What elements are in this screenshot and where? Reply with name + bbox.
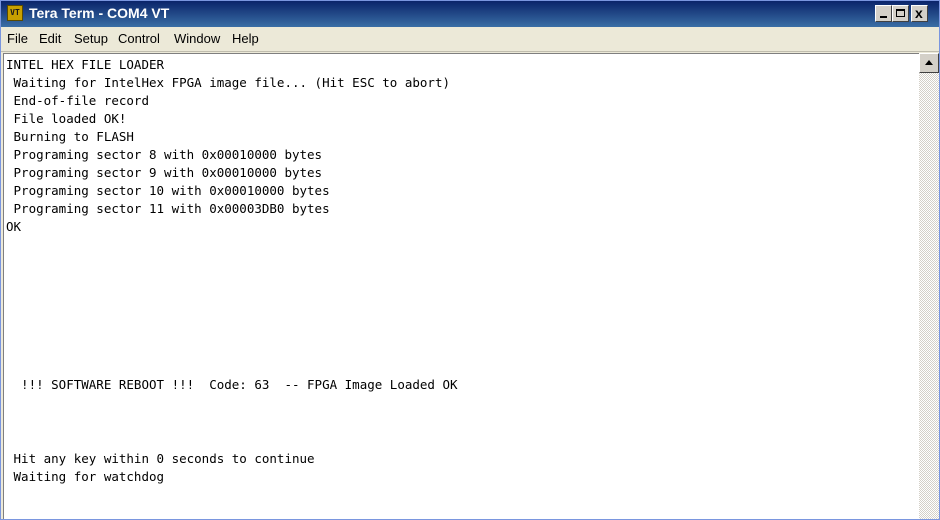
close-icon: x	[915, 5, 923, 21]
minimize-icon	[880, 16, 887, 18]
window-title: Tera Term - COM4 VT	[29, 5, 170, 21]
terminal-line: Programing sector 10 with 0x00010000 byt…	[6, 183, 330, 198]
terminal-line: INTEL HEX FILE LOADER	[6, 57, 165, 72]
menu-file[interactable]: File	[7, 31, 28, 46]
terminal-line: Waiting for watchdog	[6, 469, 165, 484]
scroll-up-arrow-icon	[925, 60, 933, 65]
terminal-line: Waiting for IntelHex FPGA image file... …	[6, 75, 451, 90]
scroll-up-button[interactable]	[919, 53, 939, 73]
menu-edit[interactable]: Edit	[39, 31, 61, 46]
vertical-scrollbar[interactable]	[919, 53, 939, 519]
terminal-line: OK	[6, 219, 22, 234]
maximize-icon	[896, 9, 905, 17]
menu-setup[interactable]: Setup	[74, 31, 108, 46]
terminal-line: Hit any key within 0 seconds to continue	[6, 451, 315, 466]
tera-term-app-icon[interactable]: VT	[7, 5, 23, 21]
terminal-line: Programing sector 11 with 0x00003DB0 byt…	[6, 201, 330, 216]
menu-bar: File Edit Setup Control Window Help	[1, 27, 939, 52]
terminal-output[interactable]: INTEL HEX FILE LOADER Waiting for IntelH…	[3, 53, 919, 519]
terminal-line: End-of-file record	[6, 93, 149, 108]
menu-control[interactable]: Control	[118, 31, 160, 46]
minimize-button[interactable]	[875, 5, 892, 22]
close-button[interactable]: x	[911, 5, 928, 22]
tera-term-window: VT Tera Term - COM4 VT x File Edit Setup…	[0, 0, 940, 520]
maximize-button[interactable]	[892, 5, 909, 22]
terminal-line: File loaded OK!	[6, 111, 127, 126]
terminal-line: Programing sector 9 with 0x00010000 byte…	[6, 165, 323, 180]
terminal-line: Burning to FLASH	[6, 129, 134, 144]
terminal-line: !!! SOFTWARE REBOOT !!! Code: 63 -- FPGA…	[6, 377, 458, 392]
terminal-line: Programing sector 8 with 0x00010000 byte…	[6, 147, 323, 162]
menu-help[interactable]: Help	[232, 31, 259, 46]
menu-window[interactable]: Window	[174, 31, 220, 46]
title-bar[interactable]: VT Tera Term - COM4 VT x	[1, 1, 939, 27]
